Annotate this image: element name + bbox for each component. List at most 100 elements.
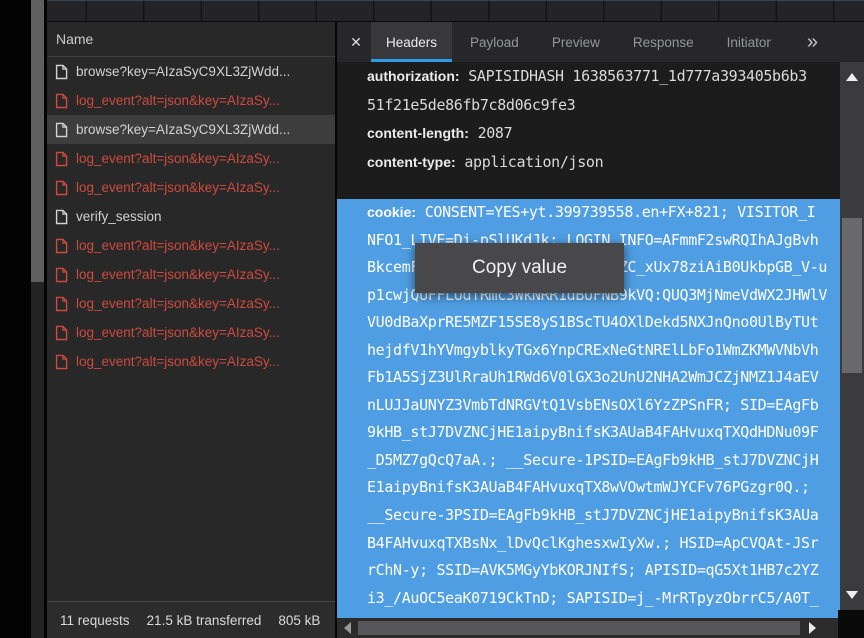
document-icon: [55, 238, 68, 254]
request-name: log_event?alt=json&key=AIzaSy...: [76, 238, 280, 253]
document-icon: [55, 267, 68, 283]
header-line: rChN-y; SSID=AVK5MGyYbKORJNIfS; APISID=q…: [337, 557, 840, 585]
header-value: CONSENT=YES+yt.399739558.en+FX+821; VISI…: [425, 203, 816, 221]
header-value: SAPISIDHASH 1638563771_1d777a393405b6b3: [468, 67, 807, 85]
request-row[interactable]: log_event?alt=json&key=AIzaSy...: [47, 318, 335, 347]
transferred-size: 21.5 kB transferred: [147, 613, 262, 628]
request-name: browse?key=AIzaSyC9XL3ZjWdd...: [76, 122, 290, 137]
header-value: 2087: [478, 124, 513, 142]
request-name: log_event?alt=json&key=AIzaSy...: [76, 296, 280, 311]
header-line: VU0dBaXprRE5MZF15SE8yS1BScTU4OXlDekd5NXJ…: [337, 309, 840, 337]
request-name: verify_session: [76, 209, 162, 224]
details-vertical-scrollbar-thumb[interactable]: [842, 218, 862, 373]
request-row[interactable]: log_event?alt=json&key=AIzaSy...: [47, 347, 335, 376]
headers-content: authorization: SAPISIDHASH 1638563771_1d…: [337, 62, 840, 638]
header-line: E1aipyBnifsK3AUaB4FAHvuxqTX8wVOwtmWJYCFv…: [337, 474, 840, 502]
request-row[interactable]: log_event?alt=json&key=AIzaSy...: [47, 86, 335, 115]
header-value: __Secure-3PSID=EAgFb9kHB_stJ7DVZNCjHE1ai…: [367, 506, 818, 524]
details-horizontal-scrollbar-thumb[interactable]: [358, 621, 800, 635]
tab-preview[interactable]: Preview: [537, 22, 615, 62]
request-row[interactable]: browse?key=AIzaSyC9XL3ZjWdd...: [47, 115, 335, 144]
document-icon: [55, 209, 68, 225]
header-name: authorization:: [367, 68, 460, 84]
document-icon: [55, 296, 68, 312]
request-name: log_event?alt=json&key=AIzaSy...: [76, 180, 280, 195]
request-name: log_event?alt=json&key=AIzaSy...: [76, 151, 280, 166]
devtools-window: Name browse?key=AIzaSyC9XL3ZjWdd...log_e…: [0, 0, 864, 638]
scroll-down-icon[interactable]: [846, 591, 858, 599]
header-line: B4FAHvuxqTXBsNx_lDvQclKghesxwIyXw.; HSID…: [337, 530, 840, 558]
header-line: i3_/AuOC5eaK0719CkTnD; SAPISID=j_-MrRTpy…: [337, 585, 840, 613]
header-value: i3_/AuOC5eaK0719CkTnD; SAPISID=j_-MrRTpy…: [367, 589, 818, 607]
copy-value-menu-item[interactable]: Copy value: [472, 257, 567, 279]
document-icon: [55, 354, 68, 370]
request-row[interactable]: log_event?alt=json&key=AIzaSy...: [47, 289, 335, 318]
header-value: 9kHB_stJ7DVZNCjHE1aipyBnifsK3AUaB4FAHvux…: [367, 423, 818, 441]
header-line: cookie: CONSENT=YES+yt.399739558.en+FX+8…: [337, 199, 840, 227]
scroll-left-icon[interactable]: [344, 622, 351, 634]
document-icon: [55, 151, 68, 167]
request-row[interactable]: log_event?alt=json&key=AIzaSy...: [47, 231, 335, 260]
request-row[interactable]: log_event?alt=json&key=AIzaSy...: [47, 173, 335, 202]
document-icon: [55, 93, 68, 109]
document-icon: [55, 122, 68, 138]
network-requests-panel: Name browse?key=AIzaSyC9XL3ZjWdd...log_e…: [47, 22, 335, 638]
request-count: 11 requests: [60, 613, 130, 628]
header-line: Fb1A5SjZ3UlRraUh1RWd6V0lGX3o2UnU2NHA2WmJ…: [337, 364, 840, 392]
header-name: content-type:: [367, 154, 456, 170]
header-value: E1aipyBnifsK3AUaB4FAHvuxqTX8wVOwtmWJYCFv…: [367, 478, 810, 496]
header-line: __Secure-3PSID=EAgFb9kHB_stJ7DVZNCjHE1ai…: [337, 502, 840, 530]
header-line: _D5MZ7gQcQ7aA.; __Secure-1PSID=EAgFb9kHB…: [337, 447, 840, 475]
request-row[interactable]: verify_session: [47, 202, 335, 231]
request-list: browse?key=AIzaSyC9XL3ZjWdd...log_event?…: [47, 57, 335, 376]
resources-size: 805 kB: [278, 613, 320, 628]
request-name: log_event?alt=json&key=AIzaSy...: [76, 354, 280, 369]
page-scrollbar-track[interactable]: [31, 0, 44, 638]
document-icon: [55, 209, 68, 225]
scroll-up-icon[interactable]: [846, 73, 858, 81]
tab-initiator[interactable]: Initiator: [712, 22, 786, 62]
document-icon: [55, 93, 68, 109]
header-value: rChN-y; SSID=AVK5MGyYbKORJNIfS; APISID=q…: [367, 561, 818, 579]
header-value: Fb1A5SjZ3UlRraUh1RWd6V0lGX3o2UnU2NHA2WmJ…: [367, 368, 818, 386]
document-icon: [55, 354, 68, 370]
request-name: log_event?alt=json&key=AIzaSy...: [76, 325, 280, 340]
document-icon: [55, 238, 68, 254]
document-icon: [55, 180, 68, 196]
close-icon[interactable]: ✕: [341, 22, 371, 62]
header-line: 9kHB_stJ7DVZNCjHE1aipyBnifsK3AUaB4FAHvux…: [337, 419, 840, 447]
header-value: hejdfV1hYVmgyblkyTGx6YnpCRExNeGtNRElLbFo…: [367, 341, 818, 359]
request-row[interactable]: browse?key=AIzaSyC9XL3ZjWdd...: [47, 57, 335, 86]
header-value: application/json: [464, 153, 603, 171]
tab-payload[interactable]: Payload: [455, 22, 534, 62]
header-line: 51f21e5de86fb7c8d06c9fe3: [337, 91, 840, 120]
details-horizontal-scrollbar-track[interactable]: [337, 618, 838, 638]
tab-container: HeadersPayloadPreviewResponseInitiator: [371, 22, 789, 62]
header-line: authorization: SAPISIDHASH 1638563771_1d…: [337, 62, 840, 91]
page-scrollbar-thumb[interactable]: [31, 0, 44, 282]
request-row[interactable]: log_event?alt=json&key=AIzaSy...: [47, 260, 335, 289]
document-icon: [55, 151, 68, 167]
header-name: content-length:: [367, 125, 469, 141]
scrollbar-corner: [838, 610, 864, 638]
network-status-bar: 11 requests 21.5 kB transferred 805 kB: [47, 601, 335, 638]
tab-response[interactable]: Response: [618, 22, 709, 62]
details-tab-bar: ✕ HeadersPayloadPreviewResponseInitiator…: [337, 22, 864, 62]
tab-headers[interactable]: Headers: [371, 22, 452, 62]
header-value: nLUJJaUNYZ3VmbTdNRGVtQ1VsbENsOXl6YzZPSnF…: [367, 396, 818, 414]
scroll-right-icon[interactable]: [809, 622, 816, 634]
more-tabs-icon[interactable]: »: [807, 22, 818, 62]
document-icon: [55, 325, 68, 341]
header-lines: authorization: SAPISIDHASH 1638563771_1d…: [337, 62, 840, 176]
header-value: _D5MZ7gQcQ7aA.; __Secure-1PSID=EAgFb9kHB…: [367, 451, 818, 469]
document-icon: [55, 325, 68, 341]
name-column-header[interactable]: Name: [47, 22, 335, 57]
document-icon: [55, 180, 68, 196]
document-icon: [55, 296, 68, 312]
document-icon: [55, 122, 68, 138]
header-line: content-length: 2087: [337, 119, 840, 148]
details-vertical-scrollbar-track[interactable]: [840, 62, 864, 610]
request-row[interactable]: log_event?alt=json&key=AIzaSy...: [47, 144, 335, 173]
document-icon: [55, 64, 68, 80]
network-overview-timeline[interactable]: [47, 0, 864, 22]
